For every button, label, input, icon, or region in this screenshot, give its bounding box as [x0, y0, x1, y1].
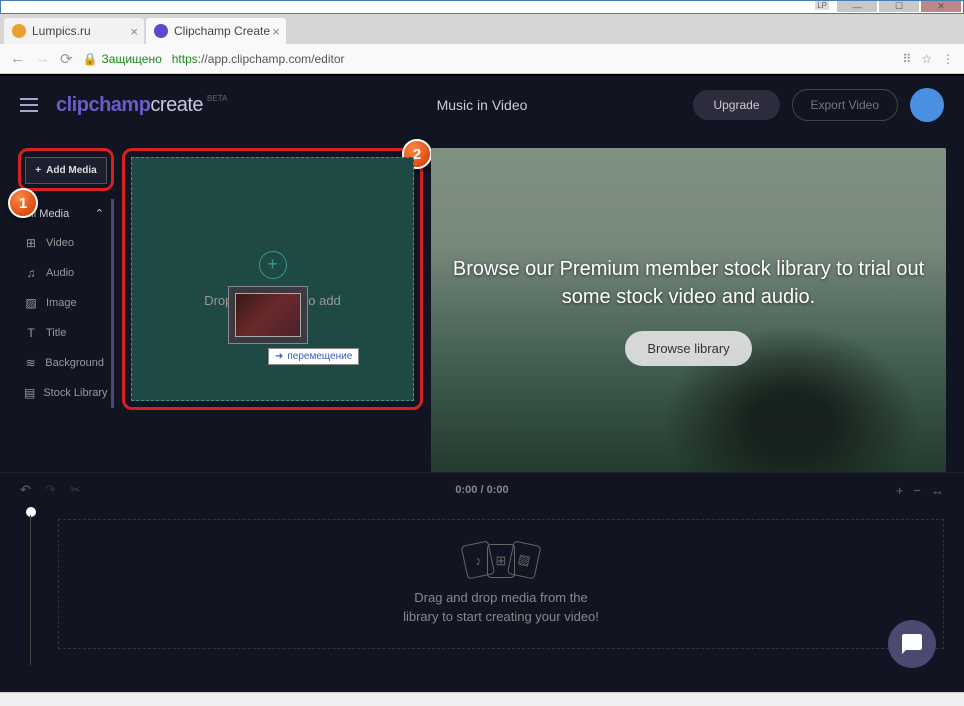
- move-arrow-icon: ➜: [275, 351, 283, 362]
- playhead-handle[interactable]: [26, 507, 36, 517]
- zoom-out-icon[interactable]: −: [913, 483, 921, 498]
- url-bar: ← → ⟳ 🔒 Защищено https://app.clipchamp.c…: [0, 44, 964, 74]
- timeline-area: ↶ ↷ ✂ 0:00 / 0:00 + − ↔ ♪ ⊞ ▨ Drag and d…: [0, 472, 964, 692]
- annotation-highlight-1: + Add Media: [18, 148, 114, 191]
- timeline-hint-1: Drag and drop media from the: [414, 590, 587, 605]
- drag-cursor-label: ➜ перемещение: [268, 348, 359, 365]
- title-icon: T: [24, 326, 38, 340]
- audio-icon: ♫: [24, 266, 38, 280]
- browser-tab-lumpics[interactable]: Lumpics.ru ×: [4, 18, 144, 44]
- zoom-in-icon[interactable]: +: [896, 483, 904, 498]
- annotation-badge-1: 1: [8, 188, 38, 218]
- plus-icon: +: [35, 165, 41, 176]
- tab-label: Lumpics.ru: [32, 24, 91, 38]
- chevron-up-icon: ⌃: [95, 207, 104, 220]
- reload-icon[interactable]: ⟳: [60, 50, 73, 68]
- menu-icon[interactable]: ⋮: [942, 52, 954, 66]
- undo-icon[interactable]: ↶: [20, 482, 31, 498]
- playhead-line: [30, 515, 31, 665]
- timeline-controls: ↶ ↷ ✂ 0:00 / 0:00 + − ↔: [0, 473, 964, 507]
- timeline-tracks[interactable]: ♪ ⊞ ▨ Drag and drop media from the libra…: [0, 507, 964, 692]
- bookmark-icon[interactable]: ☆: [921, 52, 932, 66]
- chat-icon: [900, 632, 924, 656]
- media-dropzone[interactable]: + Drop media here to add ➜ перемещение: [131, 157, 414, 401]
- user-avatar[interactable]: [910, 88, 944, 122]
- dragging-thumbnail: [228, 286, 308, 344]
- clipchamp-logo[interactable]: clipchampcreate BETA: [56, 94, 227, 117]
- app-root: clipchampcreate BETA Music in Video Upgr…: [0, 74, 964, 692]
- media-menu: All Media ⌃ ⊞Video ♫Audio ▨Image TTitle …: [18, 199, 114, 408]
- project-title[interactable]: Music in Video: [437, 97, 528, 113]
- image-icon: ▨: [24, 296, 38, 310]
- forward-icon[interactable]: →: [35, 50, 50, 67]
- lock-icon: 🔒: [83, 52, 98, 66]
- lp-badge: LP: [815, 1, 829, 10]
- window-chrome: LP — ☐ ✕: [0, 0, 964, 14]
- media-cards-icon: ♪ ⊞ ▨: [459, 544, 543, 578]
- horizontal-scrollbar[interactable]: [0, 692, 964, 706]
- sidebar: 1 + Add Media All Media ⌃ ⊞Video ♫Audio …: [18, 148, 114, 472]
- sidebar-item-video[interactable]: ⊞Video: [18, 228, 108, 258]
- close-icon[interactable]: ×: [130, 24, 138, 39]
- secure-label: Защищено: [102, 52, 162, 66]
- url-text[interactable]: https://app.clipchamp.com/editor: [172, 52, 345, 66]
- close-icon[interactable]: ×: [272, 24, 280, 39]
- image-card-icon: ▨: [507, 540, 541, 579]
- add-media-label: Add Media: [46, 165, 97, 176]
- timeline-dropzone[interactable]: ♪ ⊞ ▨ Drag and drop media from the libra…: [58, 519, 944, 649]
- export-video-button[interactable]: Export Video: [792, 89, 899, 121]
- translate-icon[interactable]: ⠿: [902, 52, 911, 66]
- annotation-highlight-2: 2 + Drop media here to add ➜ перемещение: [122, 148, 423, 410]
- video-icon: ⊞: [24, 236, 38, 250]
- browser-tab-clipchamp[interactable]: Clipchamp Create ×: [146, 18, 286, 44]
- window-maximize[interactable]: ☐: [879, 1, 919, 12]
- plus-circle-icon: +: [259, 251, 287, 279]
- timeline-hint-2: library to start creating your video!: [403, 609, 599, 624]
- sidebar-item-background[interactable]: ≋Background: [18, 348, 108, 378]
- upgrade-button[interactable]: Upgrade: [693, 90, 779, 120]
- window-close[interactable]: ✕: [921, 1, 961, 12]
- promo-text: Browse our Premium member stock library …: [451, 255, 926, 311]
- browse-library-button[interactable]: Browse library: [625, 331, 751, 366]
- tab-label: Clipchamp Create: [174, 24, 270, 38]
- favicon-icon: [12, 24, 26, 38]
- back-icon[interactable]: ←: [10, 50, 25, 67]
- add-media-button[interactable]: + Add Media: [25, 157, 107, 184]
- window-minimize[interactable]: —: [837, 1, 877, 12]
- sidebar-item-audio[interactable]: ♫Audio: [18, 258, 108, 288]
- zoom-fit-icon[interactable]: ↔: [931, 483, 944, 498]
- stock-icon: ▤: [24, 386, 35, 400]
- app-header: clipchampcreate BETA Music in Video Upgr…: [0, 76, 964, 134]
- scissors-icon[interactable]: ✂: [70, 482, 81, 498]
- secure-indicator: 🔒 Защищено: [83, 52, 162, 66]
- sidebar-item-image[interactable]: ▨Image: [18, 288, 108, 318]
- chat-button[interactable]: [888, 620, 936, 668]
- sidebar-item-stock[interactable]: ▤Stock Library: [18, 378, 108, 408]
- browser-tabstrip: Lumpics.ru × Clipchamp Create ×: [0, 14, 964, 44]
- hamburger-icon[interactable]: [20, 98, 38, 112]
- background-icon: ≋: [24, 356, 37, 370]
- timeline-time: 0:00 / 0:00: [455, 484, 508, 496]
- main-content: 1 + Add Media All Media ⌃ ⊞Video ♫Audio …: [0, 134, 964, 472]
- redo-icon[interactable]: ↷: [45, 482, 56, 498]
- sidebar-item-title[interactable]: TTitle: [18, 318, 108, 348]
- stock-library-promo: Browse our Premium member stock library …: [431, 148, 946, 472]
- favicon-icon: [154, 24, 168, 38]
